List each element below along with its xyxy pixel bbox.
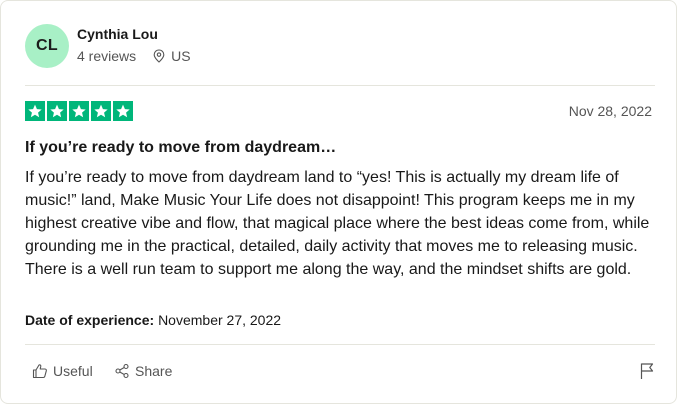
- useful-button[interactable]: Useful: [32, 363, 93, 379]
- reviewer-location: US: [153, 48, 191, 64]
- review-card: CL Cynthia Lou 4 reviews US Nov 28, 2022…: [0, 0, 677, 404]
- star-icon: [69, 101, 89, 121]
- header-divider: [25, 85, 655, 86]
- review-title[interactable]: If you’re ready to move from daydream…: [25, 139, 336, 157]
- share-label: Share: [135, 363, 173, 379]
- experience-date: November 27, 2022: [158, 312, 282, 328]
- share-button[interactable]: Share: [114, 363, 172, 379]
- star-rating: [25, 101, 133, 121]
- useful-label: Useful: [53, 363, 93, 379]
- star-icon: [25, 101, 45, 121]
- experience-label: Date of experience:: [25, 312, 155, 328]
- report-flag-button[interactable]: [639, 362, 655, 385]
- footer-divider: [25, 344, 655, 345]
- location-pin-icon: [153, 49, 165, 63]
- thumbs-up-icon: [32, 364, 47, 379]
- avatar[interactable]: CL: [25, 24, 69, 68]
- star-icon: [91, 101, 111, 121]
- reviewer-country: US: [171, 48, 191, 64]
- reviews-count: 4 reviews: [77, 48, 137, 64]
- date-of-experience: Date of experience: November 27, 2022: [25, 312, 281, 328]
- flag-icon: [640, 363, 654, 379]
- review-body: If you’re ready to move from daydream la…: [25, 169, 650, 278]
- share-icon: [115, 363, 129, 379]
- review-date: Nov 28, 2022: [568, 103, 652, 119]
- reviewer-name[interactable]: Cynthia Lou: [77, 26, 158, 42]
- reviewer-meta: 4 reviews US: [77, 48, 191, 64]
- star-icon: [47, 101, 67, 121]
- star-icon: [113, 101, 133, 121]
